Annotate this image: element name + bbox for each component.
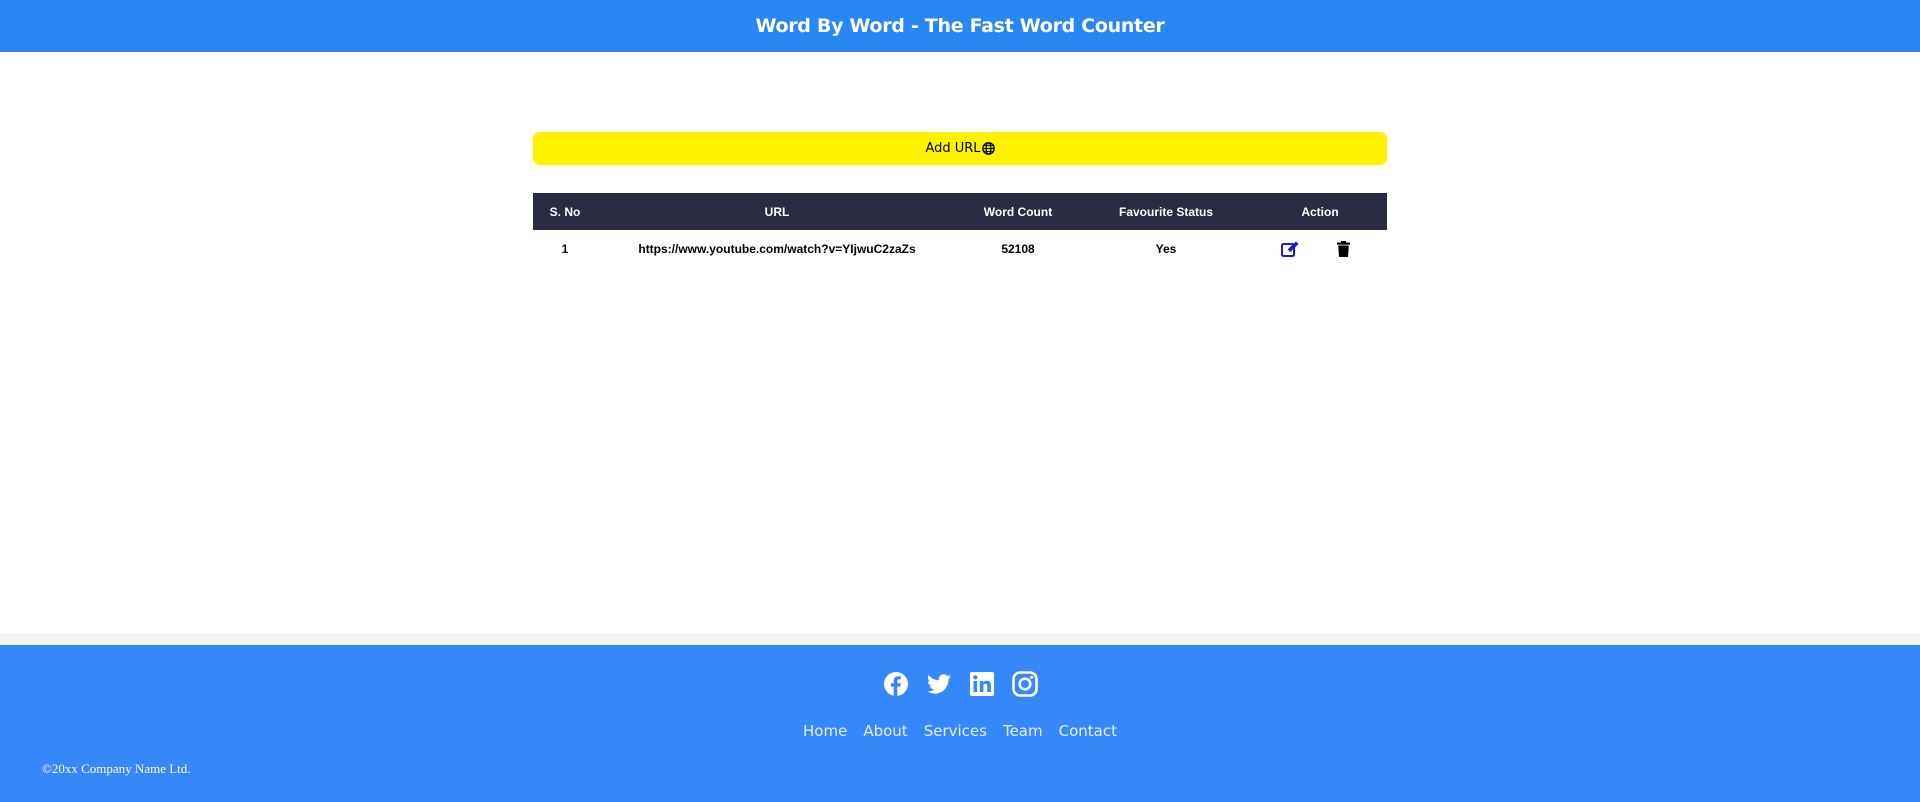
footer-link-about[interactable]: About: [855, 722, 915, 740]
linkedin-icon[interactable]: [969, 671, 995, 697]
instagram-icon[interactable]: [1011, 671, 1038, 697]
edit-icon[interactable]: [1281, 241, 1299, 258]
row-word-count: 52108: [1001, 242, 1035, 256]
footer-link-team[interactable]: Team: [995, 722, 1051, 740]
column-header-favourite: Favourite Status: [1118, 204, 1214, 219]
trash-icon[interactable]: [1337, 241, 1350, 257]
footer-separator: [0, 633, 1920, 645]
row-favourite-status: Yes: [1155, 242, 1177, 256]
facebook-icon[interactable]: [883, 671, 909, 697]
row-url: https://www.youtube.com/watch?v=YIjwuC2z…: [638, 242, 916, 256]
column-header-sno: S. No: [549, 204, 581, 219]
add-url-button[interactable]: Add URL: [533, 132, 1387, 165]
site-header: Word By Word - The Fast Word Counter: [0, 0, 1920, 52]
url-table: S. No URL Word Count Favourite Status Ac…: [533, 193, 1387, 268]
footer-nav: Home About Services Team Contact: [0, 722, 1920, 740]
page-title: Word By Word - The Fast Word Counter: [755, 15, 1165, 37]
site-footer: Home About Services Team Contact ©20xx C…: [0, 645, 1920, 802]
column-header-word-count: Word Count: [983, 204, 1053, 219]
column-header-url: URL: [764, 204, 790, 219]
twitter-icon[interactable]: [926, 671, 952, 697]
column-header-action: Action: [1301, 204, 1339, 219]
row-sno: 1: [561, 242, 569, 256]
add-url-label: Add URL: [925, 141, 981, 156]
row-actions: [1253, 230, 1387, 268]
table-header-row: S. No URL Word Count Favourite Status Ac…: [533, 193, 1387, 230]
social-links: [0, 671, 1920, 697]
footer-link-services[interactable]: Services: [916, 722, 995, 740]
footer-link-contact[interactable]: Contact: [1051, 722, 1125, 740]
globe-icon: [981, 142, 995, 155]
footer-link-home[interactable]: Home: [795, 722, 855, 740]
copyright-text: ©20xx Company Name Ltd.: [42, 761, 191, 776]
table-row: 1 https://www.youtube.com/watch?v=YIjwuC…: [533, 230, 1387, 268]
